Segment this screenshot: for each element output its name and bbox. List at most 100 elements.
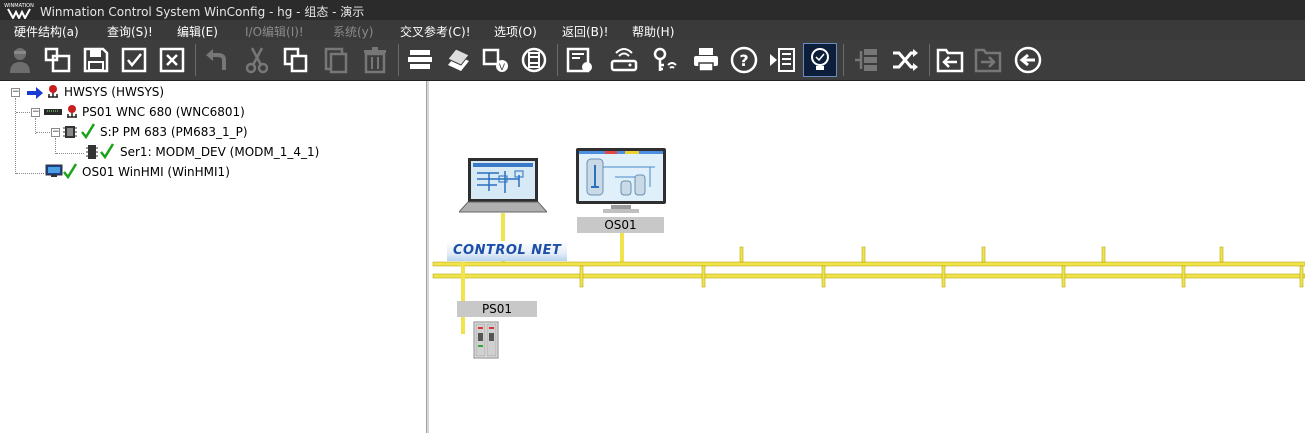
os01-station[interactable] — [575, 147, 667, 215]
io-icon: V — [482, 48, 508, 73]
split-button[interactable] — [849, 43, 883, 77]
serial-module-icon — [86, 145, 98, 159]
tree-connector — [15, 98, 16, 174]
wireless-router-button[interactable] — [607, 43, 641, 77]
import-button[interactable] — [933, 43, 967, 77]
wireless-key-button[interactable] — [649, 43, 683, 77]
network-node-icon — [67, 105, 77, 118]
network-node-icon — [48, 85, 58, 98]
tree-node-hwsys[interactable]: HWSYS (HWSYS) — [64, 84, 164, 100]
control-net-bus — [432, 246, 1305, 288]
tree-node-os01[interactable]: OS01 WinHMI (WinHMI1) — [82, 164, 230, 180]
cancel-check-button[interactable] — [155, 43, 189, 77]
cut-button[interactable] — [240, 43, 274, 77]
menu-system[interactable]: 系统(y) — [333, 23, 373, 40]
undo-icon — [206, 49, 226, 70]
tree-connector — [55, 138, 56, 154]
new-window-button[interactable] — [41, 43, 75, 77]
ps01-controller[interactable] — [473, 321, 499, 359]
arrow-right-icon — [27, 87, 43, 99]
menu-hardware-structure[interactable]: 硬件结构(a) — [14, 23, 79, 40]
collapse-toggle[interactable]: − — [11, 88, 20, 97]
printer-icon — [694, 48, 718, 72]
connector-icon — [521, 47, 547, 73]
toolbar-separator — [557, 44, 558, 76]
winmation-logo: WINMATION — [4, 3, 34, 19]
toolbar-separator — [929, 44, 930, 76]
split-icon — [855, 49, 877, 71]
ps01-label: PS01 — [457, 301, 537, 317]
hardware-tree: − HWSYS (HWSYS) − PS01 WNC 680 (WNC6801)… — [0, 81, 427, 433]
shuffle-icon — [893, 49, 918, 71]
tree-node-ser1[interactable]: Ser1: MODM_DEV (MODM_1_4_1) — [120, 144, 319, 160]
os01-label: OS01 — [577, 217, 664, 233]
title-bar: WINMATION Winmation Control System WinCo… — [0, 0, 1305, 20]
checkmark-icon — [63, 163, 77, 179]
lightbulb-icon — [811, 48, 829, 70]
cut-icon — [245, 47, 269, 74]
ps01-bus-link — [461, 262, 465, 334]
tree-connector — [56, 153, 84, 154]
svg-text:V: V — [499, 63, 506, 73]
stack-icon — [408, 50, 432, 69]
import-icon — [936, 48, 964, 73]
toolbar-separator — [843, 44, 844, 76]
delete-button[interactable] — [358, 43, 392, 77]
tree-connector — [36, 132, 50, 133]
io-button[interactable]: V — [479, 43, 513, 77]
lightbulb-button[interactable] — [803, 43, 837, 77]
help-button[interactable]: ? — [727, 43, 761, 77]
list-view-icon — [770, 48, 795, 72]
back-button[interactable] — [1011, 43, 1045, 77]
export-button[interactable] — [971, 43, 1005, 77]
checkbox-checked-icon — [121, 47, 147, 73]
collapse-toggle[interactable]: − — [31, 108, 40, 117]
toolbar: V ? — [0, 40, 1305, 81]
connector-button[interactable] — [517, 43, 551, 77]
save-icon — [83, 47, 109, 73]
menu-bar: 硬件结构(a) 查询(S)! 编辑(E) I/O编辑(I)! 系统(y) 交叉参… — [0, 20, 1305, 40]
copy-icon — [283, 47, 308, 73]
svg-text:?: ? — [739, 51, 748, 70]
paste-icon — [324, 47, 348, 74]
user-icon — [10, 48, 30, 73]
network-canvas: OS01 CONTROL NET PS01 — [429, 81, 1305, 433]
wireless-key-icon — [653, 47, 677, 71]
wireless-router-icon — [610, 48, 638, 72]
print-button[interactable] — [689, 43, 723, 77]
undo-button[interactable] — [200, 43, 234, 77]
menu-query[interactable]: 查询(S)! — [107, 23, 153, 40]
copy-button[interactable] — [279, 43, 313, 77]
menu-back[interactable]: 返回(B)! — [562, 23, 608, 40]
checkmark-icon — [81, 123, 95, 139]
collapse-toggle[interactable]: − — [51, 128, 60, 137]
shuffle-button[interactable] — [888, 43, 922, 77]
layers-icon — [447, 48, 470, 71]
tree-node-pm683[interactable]: S:P PM 683 (PM683_1_P) — [100, 124, 248, 140]
checkbox-cross-icon — [159, 47, 185, 73]
export-icon — [974, 48, 1002, 73]
paste-button[interactable] — [319, 43, 353, 77]
help-icon: ? — [730, 46, 758, 74]
svg-text:WINMATION: WINMATION — [4, 3, 34, 9]
window-title: Winmation Control System WinConfig - hg … — [40, 5, 365, 19]
save-button[interactable] — [79, 43, 113, 77]
user-button[interactable] — [3, 43, 37, 77]
stack-button[interactable] — [403, 43, 437, 77]
back-icon — [1014, 46, 1042, 74]
check-button[interactable] — [117, 43, 151, 77]
module-settings-button[interactable] — [563, 43, 597, 77]
menu-help[interactable]: 帮助(H) — [632, 23, 674, 40]
toolbar-separator — [398, 44, 399, 76]
engineering-laptop[interactable] — [459, 157, 547, 215]
delete-icon — [364, 47, 386, 74]
menu-edit[interactable]: 编辑(E) — [177, 23, 218, 40]
tree-node-ps01[interactable]: PS01 WNC 680 (WNC6801) — [82, 104, 245, 120]
tree-connector — [16, 173, 44, 174]
menu-cross-reference[interactable]: 交叉参考(C)! — [400, 23, 471, 40]
monitor-icon — [45, 164, 63, 177]
list-view-button[interactable] — [765, 43, 799, 77]
layers-button[interactable] — [441, 43, 475, 77]
menu-io-edit[interactable]: I/O编辑(I)! — [245, 23, 304, 40]
menu-options[interactable]: 选项(O) — [494, 23, 537, 40]
